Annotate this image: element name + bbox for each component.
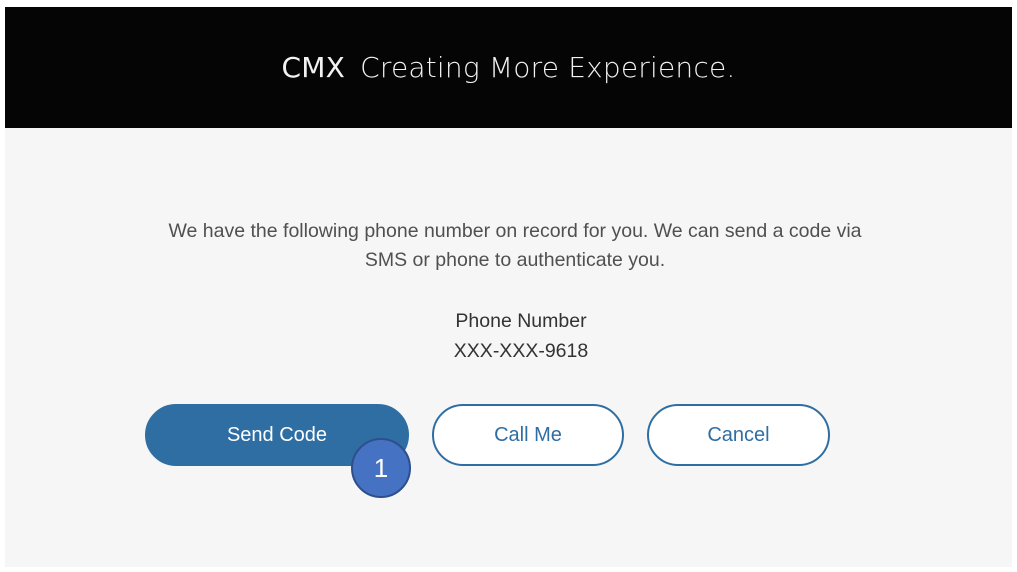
phone-number-label: Phone Number xyxy=(455,310,587,332)
auth-panel: CMX Creating More Experience. We have th… xyxy=(5,7,1012,567)
brand-title: CMX Creating More Experience. xyxy=(5,51,1012,84)
brand-logo-text: CMX xyxy=(281,51,345,84)
call-me-button[interactable]: Call Me xyxy=(432,404,624,466)
brand-tagline: Creating More Experience. xyxy=(360,51,736,84)
cancel-button[interactable]: Cancel xyxy=(647,404,830,466)
step-number-badge: 1 xyxy=(351,438,411,498)
phone-number-value: XXX-XXX-9618 xyxy=(453,340,589,362)
instruction-text: We have the following phone number on re… xyxy=(168,220,862,271)
header-bar: CMX Creating More Experience. xyxy=(5,7,1012,128)
